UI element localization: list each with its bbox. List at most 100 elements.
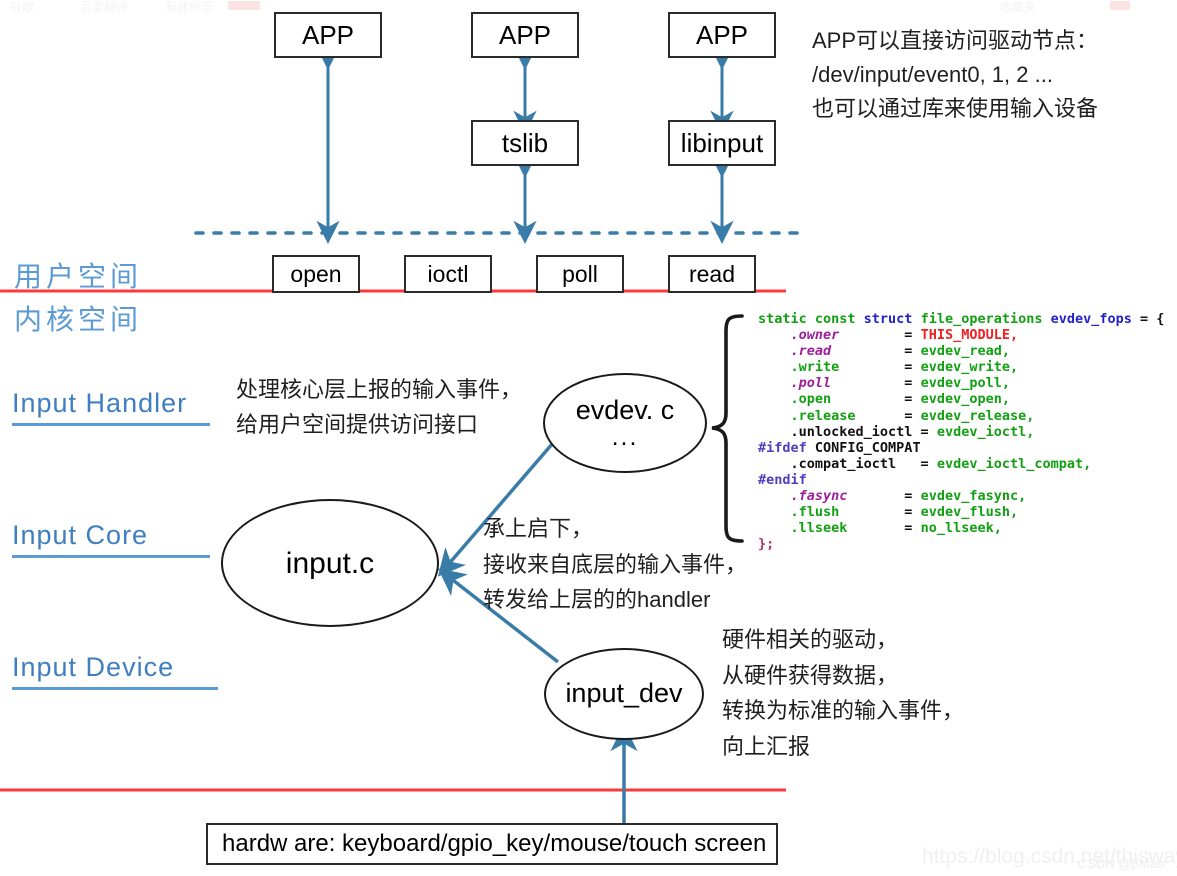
- code-token: evdev_fasync,: [920, 488, 1027, 505]
- evdev-node[interactable]: evdev. c ...: [543, 373, 707, 473]
- syscall-read-label: read: [688, 260, 736, 287]
- syscall-poll-label: poll: [562, 260, 598, 287]
- device-note: 硬件相关的驱动， 从硬件获得数据， 转换为标准的输入事件， 向上汇报: [722, 622, 964, 765]
- input-core-node-label: input.c: [285, 546, 375, 580]
- handler-note: 处理核心层上报的输入事件， 给用户空间提供访问接口: [236, 372, 522, 442]
- kernel-space-label: 内核空间: [14, 298, 142, 338]
- syscall-open-label: open: [290, 260, 342, 287]
- syscall-box-read[interactable]: read: [668, 255, 756, 293]
- device-note-line-2: 转换为标准的输入事件，: [722, 698, 965, 724]
- input-core-node[interactable]: input.c: [221, 499, 439, 627]
- code-token: =: [831, 343, 921, 360]
- code-token: =: [847, 520, 921, 537]
- watermark-author: CSDN @βMao: [1078, 856, 1164, 871]
- syscall-box-open[interactable]: open: [272, 255, 360, 293]
- hardware-box-label: hardw are: keyboard/gpio_key/mouse/touch…: [222, 830, 767, 857]
- code-token: #endif: [758, 471, 807, 488]
- code-token: evdev_poll,: [920, 375, 1010, 392]
- app-access-note: APP可以直接访问驱动节点： /dev/input/event0, 1, 2 .…: [812, 24, 1098, 126]
- code-token: evdev_ioctl_compat,: [936, 455, 1092, 472]
- device-note-line-0: 硬件相关的驱动，: [722, 627, 899, 652]
- layer-label-input-device: Input Device: [12, 652, 218, 690]
- app-box-1-label: APP: [301, 19, 355, 50]
- app-box-2-label: APP: [498, 19, 552, 50]
- libinput-box-label: libinput: [680, 127, 764, 158]
- hardware-box[interactable]: hardw are: keyboard/gpio_key/mouse/touch…: [206, 823, 778, 865]
- evdev-node-ellipsis: ...: [611, 423, 639, 452]
- syscall-ioctl-label: ioctl: [427, 260, 469, 287]
- code-token: =: [839, 504, 921, 521]
- code-line-4: .poll = evdev_poll,: [758, 375, 1164, 391]
- code-token: =: [839, 359, 921, 376]
- libinput-box[interactable]: libinput: [668, 120, 776, 166]
- code-token: THIS_MODULE,: [920, 327, 1019, 344]
- code-token: evdev_flush,: [920, 504, 1019, 521]
- code-token: };: [758, 536, 775, 553]
- diagram-canvas: 谷歌 百度翻译 新建标签 收藏夹 APP APP APP tslib libin…: [0, 0, 1177, 876]
- code-token: struct: [863, 311, 921, 327]
- code-token: .llseek: [758, 520, 848, 537]
- code-token: .flush: [758, 504, 840, 521]
- code-line-5: .open = evdev_open,: [758, 391, 1164, 407]
- evdev-fops-code-block: static const struct file_operations evde…: [758, 311, 1164, 552]
- code-token: evdev_open,: [920, 391, 1010, 408]
- device-note-line-3: 向上汇报: [722, 733, 811, 759]
- app-box-3[interactable]: APP: [668, 12, 776, 58]
- code-token: evdev_release,: [920, 407, 1035, 424]
- code-line-6: .release = evdev_release,: [758, 408, 1164, 424]
- code-line-8: #ifdef CONFIG_COMPAT: [758, 440, 1164, 456]
- kernel-space-label-text: 内核空间: [14, 304, 143, 335]
- layer-label-input-device-text: Input Device: [12, 652, 175, 682]
- code-token: .owner: [758, 327, 840, 344]
- code-token: evdev_write,: [920, 359, 1019, 376]
- code-token: .fasync: [758, 488, 848, 505]
- evdev-node-label: evdev. c: [575, 394, 675, 425]
- core-note-line-0: 承上启下，: [483, 516, 594, 541]
- code-token: evdev_fops: [1050, 311, 1132, 327]
- code-token: =: [839, 327, 921, 344]
- code-token: =: [847, 488, 921, 505]
- code-token: .release: [758, 407, 856, 424]
- code-token: CONFIG_COMPAT: [814, 439, 921, 456]
- code-token: .write: [758, 359, 840, 376]
- tslib-box[interactable]: tslib: [471, 120, 579, 166]
- core-note-line-1: 接收来自底层的输入事件，: [483, 551, 748, 577]
- code-token: =: [831, 375, 921, 392]
- code-line-9: .compat_ioctl = evdev_ioctl_compat,: [758, 456, 1164, 472]
- syscall-box-ioctl[interactable]: ioctl: [404, 255, 492, 293]
- top-strip-chip-left: [228, 1, 260, 10]
- top-strip-right-item: 收藏夹: [1000, 0, 1037, 14]
- app-box-3-label: APP: [695, 19, 749, 50]
- user-space-label-text: 用户空间: [14, 261, 143, 292]
- code-token: = {: [1131, 311, 1165, 327]
- code-line-13: .llseek = no_llseek,: [758, 520, 1164, 536]
- top-strip-item-1: 百度翻译: [80, 0, 129, 14]
- app-access-note-line-1: /dev/input/event0, 1, 2 ...: [812, 62, 1053, 88]
- code-token: file_operations: [920, 311, 1051, 327]
- layer-label-input-core-text: Input Core: [12, 520, 149, 550]
- input-dev-node[interactable]: input_dev: [544, 648, 704, 740]
- layer-label-input-core: Input Core: [12, 520, 210, 558]
- layer-label-input-handler: Input Handler: [12, 388, 210, 426]
- code-line-0: static const struct file_operations evde…: [758, 311, 1164, 327]
- code-line-14: };: [758, 536, 1164, 552]
- top-cut-strip: 谷歌 百度翻译 新建标签 收藏夹: [0, 0, 1177, 14]
- code-token: evdev_ioctl,: [936, 423, 1035, 440]
- top-strip-item-0: 谷歌: [10, 0, 35, 14]
- code-token: no_llseek,: [920, 520, 1002, 537]
- app-box-1[interactable]: APP: [274, 12, 382, 58]
- syscall-box-poll[interactable]: poll: [536, 255, 624, 293]
- core-note: 承上启下， 接收来自底层的输入事件， 转发给上层的的handler: [483, 511, 747, 618]
- app-box-2[interactable]: APP: [471, 12, 579, 58]
- code-line-10: #endif: [758, 472, 1164, 488]
- layer-label-input-handler-text: Input Handler: [12, 388, 188, 418]
- top-strip-item-2: 新建标签: [165, 0, 214, 14]
- device-note-line-1: 从硬件获得数据，: [722, 662, 899, 688]
- code-line-11: .fasync = evdev_fasync,: [758, 488, 1164, 504]
- code-token: .unlocked_ioctl =: [758, 423, 937, 440]
- core-note-line-2: 转发给上层的的handler: [483, 587, 711, 613]
- top-strip-chip-right: [1110, 1, 1130, 10]
- code-line-12: .flush = evdev_flush,: [758, 504, 1164, 520]
- watermark-author-text: CSDN @βMao: [1078, 856, 1165, 871]
- code-token: .open: [758, 391, 832, 408]
